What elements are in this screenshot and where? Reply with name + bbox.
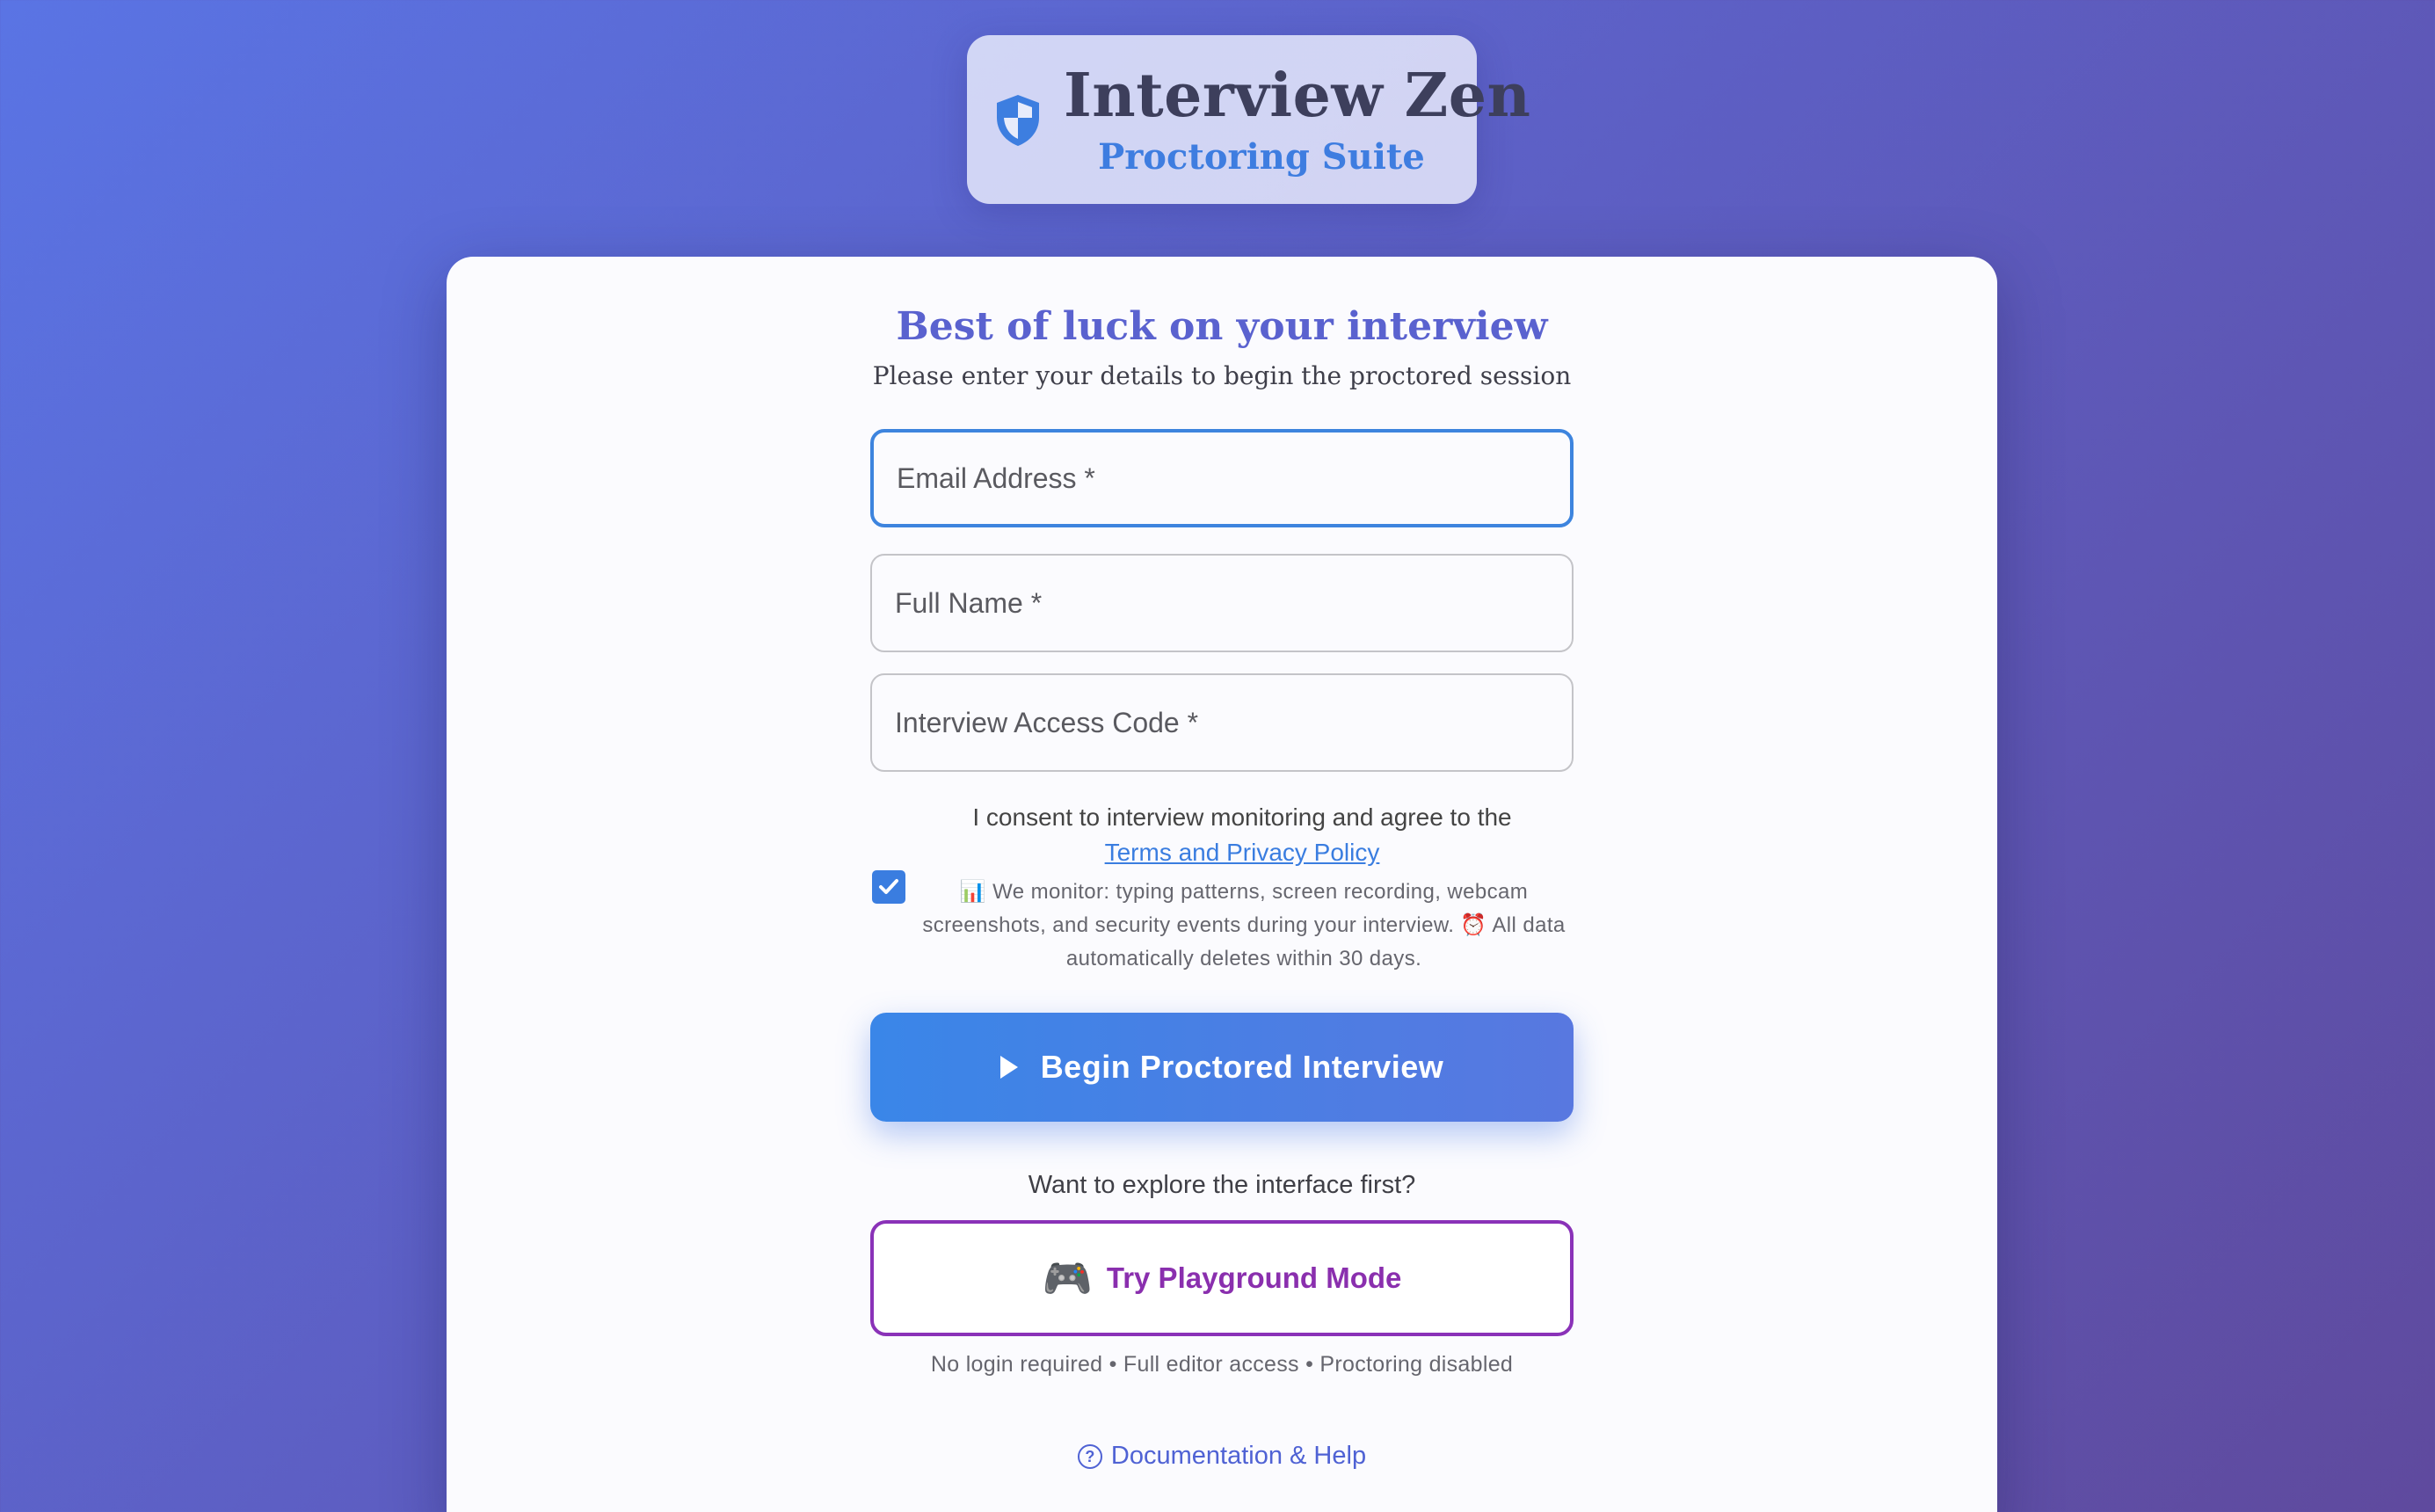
gamepad-icon: 🎮: [1042, 1255, 1093, 1301]
playground-mode-label: Try Playground Mode: [1106, 1261, 1402, 1294]
brand-header: Interview Zen Proctoring Suite: [967, 35, 1531, 204]
playground-note: No login required • Full editor access •…: [930, 1352, 1514, 1377]
monitoring-info: 📊 We monitor: typing patterns, screen re…: [922, 880, 1566, 970]
play-icon: [999, 1056, 1018, 1079]
explore-question: Want to explore the interface first?: [1028, 1171, 1416, 1199]
begin-interview-label: Begin Proctored Interview: [1040, 1049, 1444, 1085]
help-circle-icon: ?: [1077, 1443, 1102, 1469]
login-card: Best of luck on your interview Please en…: [447, 257, 1997, 1512]
documentation-help-link[interactable]: ? Documentation & Help: [447, 1442, 1997, 1471]
shield-icon: [997, 95, 1039, 146]
checkmark-icon: [879, 879, 898, 894]
access-code-field: [870, 673, 1574, 772]
playground-mode-button[interactable]: 🎮 Try Playground Mode: [870, 1220, 1574, 1336]
brand-title: Interview Zen: [1064, 61, 1531, 131]
documentation-help-label: Documentation & Help: [1110, 1442, 1367, 1470]
consent-checkbox[interactable]: [872, 870, 905, 904]
name-field: [870, 554, 1574, 652]
email-field: [870, 429, 1574, 527]
access-code-input[interactable]: [872, 675, 1572, 770]
page-subtitle: Please enter your details to begin the p…: [872, 361, 1572, 390]
full-name-input[interactable]: [872, 556, 1572, 651]
consent-label: I consent to interview monitoring and ag…: [972, 803, 1512, 831]
email-input[interactable]: [874, 433, 1570, 524]
brand-subtitle: Proctoring Suite: [1098, 136, 1425, 178]
begin-interview-button[interactable]: Begin Proctored Interview: [870, 1013, 1574, 1122]
page-title: Best of luck on your interview: [896, 304, 1548, 349]
terms-privacy-link[interactable]: Terms and Privacy Policy: [904, 835, 1581, 870]
